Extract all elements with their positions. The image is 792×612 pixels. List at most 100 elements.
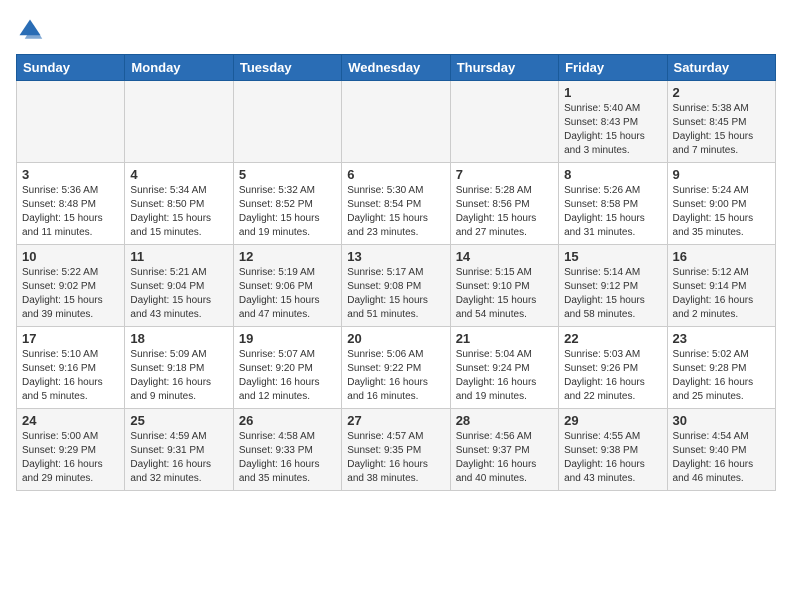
calendar-week-row: 10Sunrise: 5:22 AM Sunset: 9:02 PM Dayli…	[17, 245, 776, 327]
weekday-header-friday: Friday	[559, 55, 667, 81]
day-number: 13	[347, 249, 444, 264]
day-info: Sunrise: 4:57 AM Sunset: 9:35 PM Dayligh…	[347, 430, 444, 486]
day-info: Sunrise: 5:04 AM Sunset: 9:24 PM Dayligh…	[456, 348, 553, 404]
day-info: Sunrise: 5:02 AM Sunset: 9:28 PM Dayligh…	[673, 348, 770, 404]
day-info: Sunrise: 5:14 AM Sunset: 9:12 PM Dayligh…	[564, 266, 661, 322]
day-number: 2	[673, 85, 770, 100]
weekday-header-saturday: Saturday	[667, 55, 775, 81]
day-number: 29	[564, 413, 661, 428]
day-number: 8	[564, 167, 661, 182]
day-info: Sunrise: 5:40 AM Sunset: 8:43 PM Dayligh…	[564, 102, 661, 158]
day-number: 24	[22, 413, 119, 428]
day-number: 28	[456, 413, 553, 428]
day-info: Sunrise: 5:09 AM Sunset: 9:18 PM Dayligh…	[130, 348, 227, 404]
day-info: Sunrise: 5:00 AM Sunset: 9:29 PM Dayligh…	[22, 430, 119, 486]
day-info: Sunrise: 4:58 AM Sunset: 9:33 PM Dayligh…	[239, 430, 336, 486]
day-number: 4	[130, 167, 227, 182]
calendar-cell: 18 Sunrise: 5:09 AM Sunset: 9:18 PM Dayli…	[125, 327, 233, 409]
day-info: Sunrise: 5:38 AM Sunset: 8:45 PM Dayligh…	[673, 102, 770, 158]
calendar-cell: 14 Sunrise: 5:15 AM Sunset: 9:10 PM Dayli…	[450, 245, 558, 327]
calendar-cell: 28Sunrise: 4:56 AM Sunset: 9:37 PM Dayli…	[450, 409, 558, 491]
day-info: Sunrise: 5:10 AM Sunset: 9:16 PM Dayligh…	[22, 348, 119, 404]
calendar-cell: 10Sunrise: 5:22 AM Sunset: 9:02 PM Dayli…	[17, 245, 125, 327]
weekday-header-thursday: Thursday	[450, 55, 558, 81]
weekday-header-wednesday: Wednesday	[342, 55, 450, 81]
day-number: 1	[564, 85, 661, 100]
calendar-cell: 5 Sunrise: 5:32 AM Sunset: 8:52 PM Daylig…	[233, 163, 341, 245]
logo-icon	[16, 16, 44, 44]
day-number: 26	[239, 413, 336, 428]
day-info: Sunrise: 5:17 AM Sunset: 9:08 PM Dayligh…	[347, 266, 444, 322]
day-number: 19	[239, 331, 336, 346]
calendar-week-row: 17 Sunrise: 5:10 AM Sunset: 9:16 PM Dayli…	[17, 327, 776, 409]
calendar-cell	[233, 81, 341, 163]
calendar-cell: 25 Sunrise: 4:59 AM Sunset: 9:31 PM Dayli…	[125, 409, 233, 491]
calendar-cell	[17, 81, 125, 163]
weekday-header-tuesday: Tuesday	[233, 55, 341, 81]
day-info: Sunrise: 5:24 AM Sunset: 9:00 PM Dayligh…	[673, 184, 770, 240]
day-info: Sunrise: 5:28 AM Sunset: 8:56 PM Dayligh…	[456, 184, 553, 240]
calendar-table: SundayMondayTuesdayWednesdayThursdayFrid…	[16, 54, 776, 491]
day-number: 18	[130, 331, 227, 346]
calendar-cell: 21Sunrise: 5:04 AM Sunset: 9:24 PM Dayli…	[450, 327, 558, 409]
day-number: 6	[347, 167, 444, 182]
calendar-week-row: 24 Sunrise: 5:00 AM Sunset: 9:29 PM Dayli…	[17, 409, 776, 491]
day-number: 25	[130, 413, 227, 428]
day-number: 5	[239, 167, 336, 182]
calendar-week-row: 1 Sunrise: 5:40 AM Sunset: 8:43 PM Daylig…	[17, 81, 776, 163]
day-number: 30	[673, 413, 770, 428]
day-info: Sunrise: 5:22 AM Sunset: 9:02 PM Dayligh…	[22, 266, 119, 322]
day-info: Sunrise: 5:12 AM Sunset: 9:14 PM Dayligh…	[673, 266, 770, 322]
weekday-header-sunday: Sunday	[17, 55, 125, 81]
calendar-cell: 19 Sunrise: 5:07 AM Sunset: 9:20 PM Dayli…	[233, 327, 341, 409]
calendar-cell: 7 Sunrise: 5:28 AM Sunset: 8:56 PM Daylig…	[450, 163, 558, 245]
calendar-cell: 1 Sunrise: 5:40 AM Sunset: 8:43 PM Daylig…	[559, 81, 667, 163]
day-number: 22	[564, 331, 661, 346]
day-info: Sunrise: 5:15 AM Sunset: 9:10 PM Dayligh…	[456, 266, 553, 322]
day-number: 23	[673, 331, 770, 346]
calendar-cell: 9Sunrise: 5:24 AM Sunset: 9:00 PM Daylig…	[667, 163, 775, 245]
day-info: Sunrise: 5:32 AM Sunset: 8:52 PM Dayligh…	[239, 184, 336, 240]
calendar-cell: 2 Sunrise: 5:38 AM Sunset: 8:45 PM Daylig…	[667, 81, 775, 163]
day-info: Sunrise: 5:26 AM Sunset: 8:58 PM Dayligh…	[564, 184, 661, 240]
calendar-cell: 23 Sunrise: 5:02 AM Sunset: 9:28 PM Dayli…	[667, 327, 775, 409]
calendar-cell: 11 Sunrise: 5:21 AM Sunset: 9:04 PM Dayli…	[125, 245, 233, 327]
day-number: 17	[22, 331, 119, 346]
calendar-cell	[342, 81, 450, 163]
day-info: Sunrise: 5:19 AM Sunset: 9:06 PM Dayligh…	[239, 266, 336, 322]
calendar-cell: 8 Sunrise: 5:26 AM Sunset: 8:58 PM Daylig…	[559, 163, 667, 245]
calendar-cell: 29 Sunrise: 4:55 AM Sunset: 9:38 PM Dayli…	[559, 409, 667, 491]
day-number: 20	[347, 331, 444, 346]
day-number: 7	[456, 167, 553, 182]
calendar-cell: 4Sunrise: 5:34 AM Sunset: 8:50 PM Daylig…	[125, 163, 233, 245]
calendar-cell: 27 Sunrise: 4:57 AM Sunset: 9:35 PM Dayli…	[342, 409, 450, 491]
calendar-cell	[450, 81, 558, 163]
calendar-cell: 26 Sunrise: 4:58 AM Sunset: 9:33 PM Dayli…	[233, 409, 341, 491]
calendar-cell	[125, 81, 233, 163]
day-info: Sunrise: 4:55 AM Sunset: 9:38 PM Dayligh…	[564, 430, 661, 486]
day-number: 27	[347, 413, 444, 428]
logo	[16, 16, 48, 44]
day-number: 12	[239, 249, 336, 264]
day-number: 3	[22, 167, 119, 182]
day-info: Sunrise: 5:36 AM Sunset: 8:48 PM Dayligh…	[22, 184, 119, 240]
day-number: 14	[456, 249, 553, 264]
calendar-cell: 12 Sunrise: 5:19 AM Sunset: 9:06 PM Dayli…	[233, 245, 341, 327]
calendar-cell: 30 Sunrise: 4:54 AM Sunset: 9:40 PM Dayli…	[667, 409, 775, 491]
day-number: 16	[673, 249, 770, 264]
calendar-cell: 6Sunrise: 5:30 AM Sunset: 8:54 PM Daylig…	[342, 163, 450, 245]
day-info: Sunrise: 5:21 AM Sunset: 9:04 PM Dayligh…	[130, 266, 227, 322]
weekday-header-row: SundayMondayTuesdayWednesdayThursdayFrid…	[17, 55, 776, 81]
calendar-cell: 20 Sunrise: 5:06 AM Sunset: 9:22 PM Dayli…	[342, 327, 450, 409]
calendar-cell: 13 Sunrise: 5:17 AM Sunset: 9:08 PM Dayli…	[342, 245, 450, 327]
calendar-cell: 3 Sunrise: 5:36 AM Sunset: 8:48 PM Daylig…	[17, 163, 125, 245]
day-info: Sunrise: 4:59 AM Sunset: 9:31 PM Dayligh…	[130, 430, 227, 486]
calendar-cell: 22 Sunrise: 5:03 AM Sunset: 9:26 PM Dayli…	[559, 327, 667, 409]
day-info: Sunrise: 5:06 AM Sunset: 9:22 PM Dayligh…	[347, 348, 444, 404]
day-info: Sunrise: 5:07 AM Sunset: 9:20 PM Dayligh…	[239, 348, 336, 404]
calendar-cell: 15Sunrise: 5:14 AM Sunset: 9:12 PM Dayli…	[559, 245, 667, 327]
day-info: Sunrise: 5:03 AM Sunset: 9:26 PM Dayligh…	[564, 348, 661, 404]
calendar-cell: 16 Sunrise: 5:12 AM Sunset: 9:14 PM Dayli…	[667, 245, 775, 327]
day-number: 11	[130, 249, 227, 264]
day-info: Sunrise: 4:54 AM Sunset: 9:40 PM Dayligh…	[673, 430, 770, 486]
